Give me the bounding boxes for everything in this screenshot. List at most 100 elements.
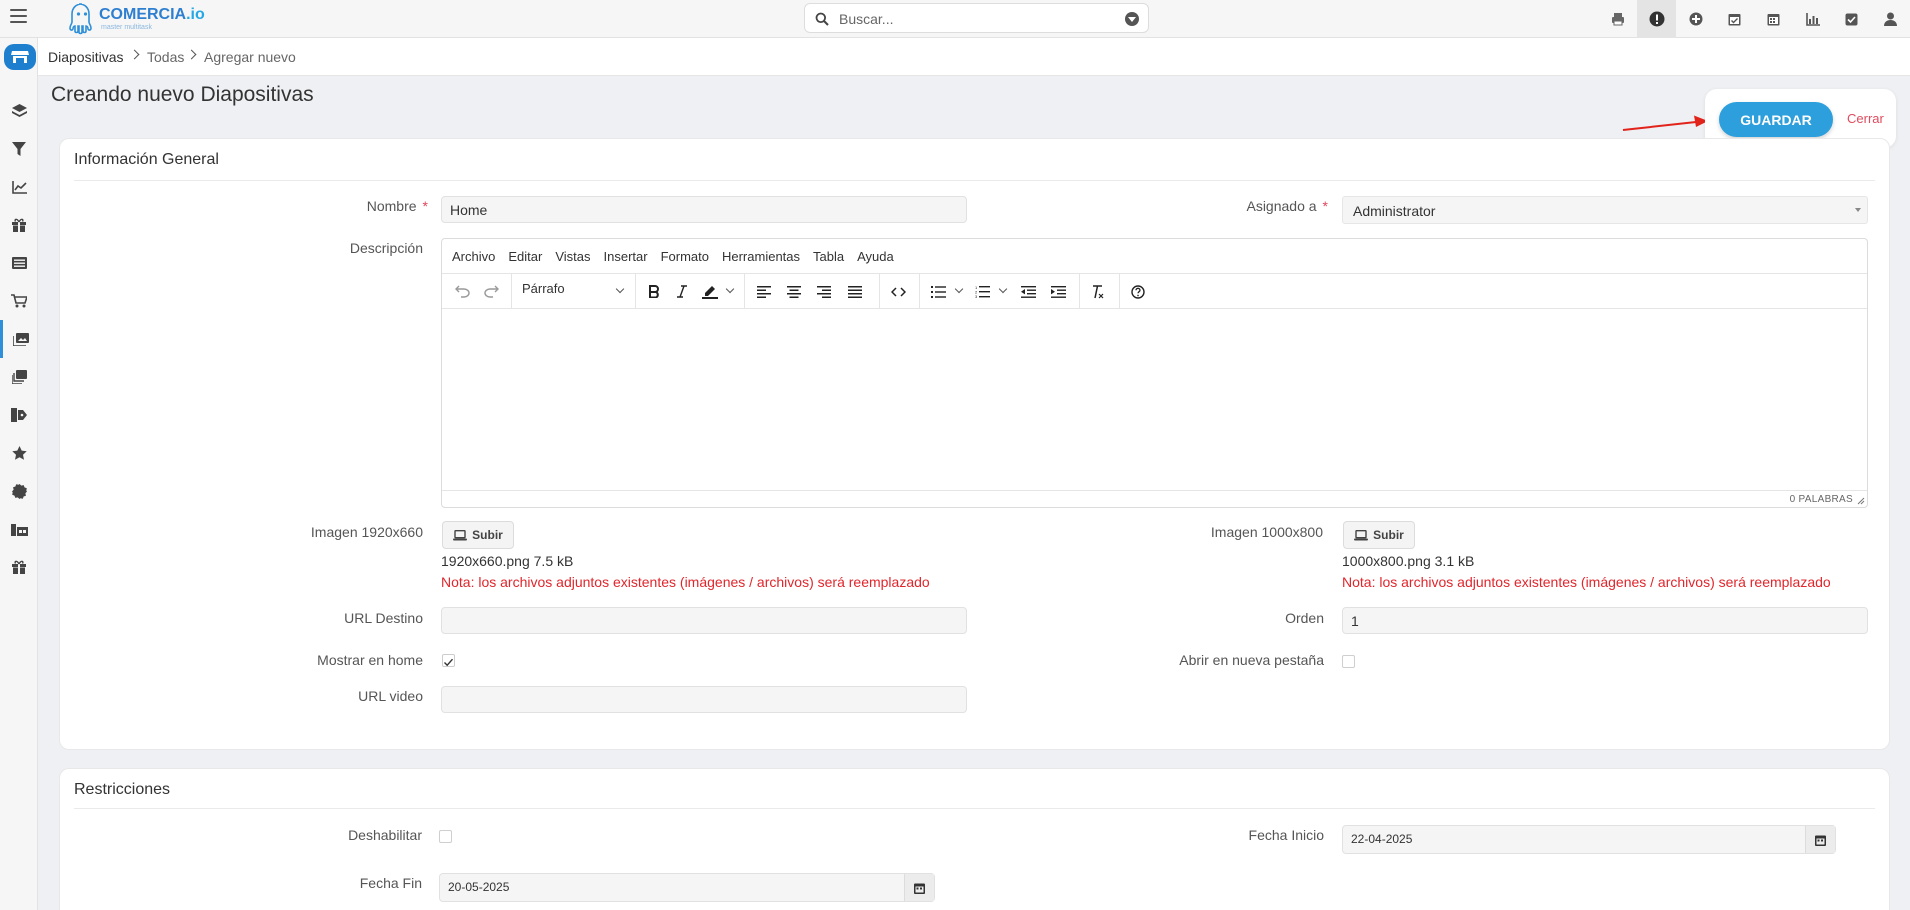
breadcrumb-diapositivas[interactable]: Diapositivas — [48, 49, 123, 65]
divider — [74, 180, 1875, 181]
search-icon — [815, 12, 829, 26]
star-icon[interactable] — [0, 434, 38, 472]
orden-input[interactable] — [1342, 607, 1868, 634]
align-justify-icon[interactable] — [843, 279, 867, 304]
list-icon[interactable] — [0, 244, 38, 282]
brand-name: COMERCIA — [99, 6, 187, 23]
url-destino-input[interactable] — [441, 607, 967, 634]
menu-ayuda[interactable]: Ayuda — [857, 249, 894, 264]
toolbar-separator — [744, 274, 745, 309]
save-button[interactable]: GUARDAR — [1719, 102, 1833, 137]
fecha-fin-label: Fecha Fin — [359, 875, 422, 891]
check-icon — [444, 658, 454, 667]
resize-handle-icon[interactable] — [1857, 497, 1865, 505]
align-center-icon[interactable] — [782, 279, 806, 304]
align-left-icon[interactable] — [752, 279, 776, 304]
menu-herramientas[interactable]: Herramientas — [722, 249, 800, 264]
breadcrumb-todas[interactable]: Todas — [147, 49, 184, 65]
tags-icon[interactable] — [0, 396, 38, 434]
nueva-pestana-checkbox[interactable] — [1342, 655, 1355, 668]
nombre-input[interactable] — [441, 196, 967, 223]
upload-button-imagen1[interactable]: Subir — [442, 521, 514, 549]
help-icon[interactable] — [1126, 279, 1150, 304]
breadcrumb: Diapositivas Todas Agregar nuevo — [38, 38, 1910, 76]
store-icon[interactable] — [4, 44, 36, 70]
octopus-logo-icon — [69, 3, 92, 35]
logo[interactable]: COMERCIA.io master multitask — [68, 1, 205, 37]
bold-icon[interactable] — [642, 279, 666, 304]
chevron-down-icon — [1855, 208, 1861, 212]
redo-icon[interactable] — [479, 279, 503, 304]
menu-vistas[interactable]: Vistas — [555, 249, 590, 264]
warehouse-icon[interactable] — [0, 510, 38, 548]
imagen2-replace-note: Nota: los archivos adjuntos existentes (… — [1342, 574, 1831, 590]
calendar-icon[interactable] — [1805, 826, 1835, 853]
chevron-down-icon[interactable] — [998, 284, 1008, 294]
highlight-icon[interactable] — [698, 279, 722, 304]
chevron-down-icon[interactable] — [615, 284, 625, 294]
gift-icon[interactable] — [0, 206, 38, 244]
fecha-fin-input[interactable]: 20-05-2025 — [439, 873, 935, 902]
editor-statusbar: 0 PALABRAS — [442, 490, 1867, 507]
search-input[interactable] — [839, 8, 1109, 29]
alert-icon[interactable] — [1637, 0, 1676, 38]
outdent-icon[interactable] — [1016, 279, 1040, 304]
toolbar-separator — [635, 274, 636, 309]
numbered-list-icon[interactable]: 123 — [970, 279, 994, 304]
code-icon[interactable] — [886, 279, 910, 304]
filter-icon[interactable] — [0, 130, 38, 168]
editor-menubar: Archivo Editar Vistas Insertar Formato H… — [442, 239, 1867, 274]
badge-icon[interactable] — [0, 472, 38, 510]
deshabilitar-label: Deshabilitar — [348, 827, 422, 843]
mostrar-home-label: Mostrar en home — [317, 652, 423, 668]
divider — [74, 808, 1875, 809]
menu-tabla[interactable]: Tabla — [813, 249, 844, 264]
undo-icon[interactable] — [450, 279, 474, 304]
block-format-select[interactable]: Párrafo — [522, 281, 565, 296]
mostrar-home-checkbox[interactable] — [442, 654, 455, 667]
layers-icon[interactable] — [0, 92, 38, 130]
gift-icon[interactable] — [0, 548, 38, 586]
bullet-list-icon[interactable] — [926, 279, 950, 304]
toolbar-separator — [1119, 274, 1120, 309]
add-circle-icon[interactable] — [1676, 0, 1715, 38]
cart-icon[interactable] — [0, 282, 38, 320]
menu-formato[interactable]: Formato — [661, 249, 709, 264]
calendar-check-icon[interactable] — [1715, 0, 1754, 38]
rich-text-editor: Archivo Editar Vistas Insertar Formato H… — [441, 238, 1868, 508]
close-link[interactable]: Cerrar — [1847, 111, 1884, 126]
asignado-label: Asignado a * — [1246, 198, 1328, 214]
calendar-icon[interactable] — [1754, 0, 1793, 38]
chevron-right-icon — [129, 49, 140, 60]
chevron-down-icon[interactable] — [725, 284, 735, 294]
calendar-icon[interactable] — [904, 874, 934, 901]
imagen2-file: 1000x800.png 3.1 kB — [1342, 553, 1475, 569]
search-dropdown-icon[interactable] — [1125, 12, 1139, 26]
fecha-inicio-input[interactable]: 22-04-2025 — [1342, 825, 1836, 854]
menu-editar[interactable]: Editar — [508, 249, 542, 264]
align-right-icon[interactable] — [812, 279, 836, 304]
indent-icon[interactable] — [1046, 279, 1070, 304]
task-check-icon[interactable] — [1832, 0, 1871, 38]
menu-archivo[interactable]: Archivo — [452, 249, 495, 264]
print-icon[interactable] — [1598, 0, 1637, 38]
svg-text:3: 3 — [975, 294, 978, 298]
editor-content-area[interactable] — [442, 309, 1867, 491]
arrow-annotation-icon — [1622, 115, 1708, 131]
italic-icon[interactable] — [670, 279, 694, 304]
user-icon[interactable] — [1871, 0, 1910, 38]
menu-icon[interactable] — [10, 9, 27, 25]
menu-insertar[interactable]: Insertar — [604, 249, 648, 264]
editor-toolbar: Párrafo 123 — [442, 274, 1867, 309]
chevron-down-icon[interactable] — [954, 284, 964, 294]
clear-format-icon[interactable] — [1086, 279, 1110, 304]
url-video-input[interactable] — [441, 686, 967, 713]
asignado-select[interactable]: Administrator — [1342, 196, 1868, 224]
chart-icon[interactable] — [1793, 0, 1832, 38]
copies-icon[interactable] — [0, 358, 38, 396]
upload-button-imagen2[interactable]: Subir — [1343, 521, 1415, 549]
trend-chart-icon[interactable] — [0, 168, 38, 206]
slides-icon[interactable] — [0, 320, 38, 358]
brand-suffix: .io — [186, 6, 205, 23]
deshabilitar-checkbox[interactable] — [439, 830, 452, 843]
